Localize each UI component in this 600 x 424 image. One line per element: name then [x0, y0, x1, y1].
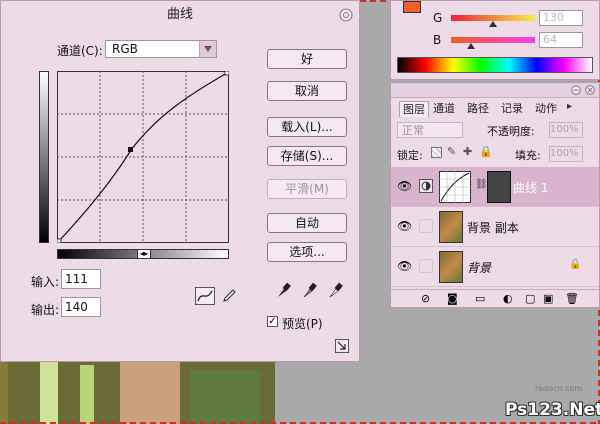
input-label: 输入: [31, 275, 60, 289]
foreground-swatch[interactable] [403, 1, 421, 13]
preview-label: 预览(P) [282, 317, 323, 331]
close-panel-icon[interactable] [585, 85, 595, 95]
fill-label: 填充: [515, 149, 541, 162]
tab-channels[interactable]: 通道 [433, 101, 455, 116]
smooth-button[interactable]: 平滑(M) [267, 179, 347, 199]
adjustment-icon[interactable]: ◐ [503, 292, 513, 305]
eye-icon[interactable]: 👁 [397, 179, 412, 193]
layer-name[interactable]: 背景 [467, 259, 491, 276]
layer-mask-thumbnail[interactable] [487, 171, 511, 203]
b-slider[interactable] [451, 37, 535, 43]
link-slot [419, 259, 433, 273]
preview-checkbox[interactable]: ✓ [267, 316, 278, 327]
curve-graph[interactable] [57, 71, 229, 243]
curve-point-end[interactable] [224, 71, 229, 76]
link-slot [419, 219, 433, 233]
folder-icon[interactable]: ▢ [525, 292, 535, 305]
minimize-icon[interactable] [571, 85, 581, 95]
chevron-down-icon[interactable] [199, 41, 216, 57]
link-layers-icon[interactable]: ⊘ [421, 292, 430, 305]
lock-icon: 🔒 [569, 259, 582, 270]
channel-select[interactable]: RGB [105, 40, 217, 58]
trash-icon[interactable]: 🗑 [565, 292, 579, 305]
output-field[interactable]: 140 [61, 297, 101, 317]
blend-mode-value: 正常 [402, 124, 424, 137]
gray-eyedropper-icon[interactable] [301, 281, 317, 299]
b-value[interactable]: 64 [539, 32, 583, 48]
curve-point-start[interactable] [57, 238, 62, 243]
tab-paths[interactable]: 路径 [467, 101, 489, 116]
opacity-label: 不透明度: [487, 125, 535, 138]
channel-label: 通道(C): [57, 44, 103, 58]
adjustment-layer-icon [419, 179, 433, 193]
layer-row-curves[interactable]: 👁 ⛓ 曲线 1 [391, 167, 599, 207]
g-label: G [433, 11, 443, 25]
dialog-title: 曲线 [166, 7, 193, 22]
b-label: B [433, 33, 442, 47]
close-icon[interactable] [339, 8, 353, 22]
curves-dialog: 曲线 通道(C): RGB ◂▸ 输入: 111 输出: 140 好 取消 载入… [0, 0, 360, 362]
opacity-field[interactable]: 100% [549, 122, 583, 138]
panel-menu-icon[interactable]: ▸ [567, 101, 572, 112]
lock-all-icon[interactable]: 🔒 [479, 145, 493, 158]
color-spectrum[interactable] [397, 57, 593, 73]
panel-title-bar [391, 83, 599, 98]
tab-layers[interactable]: 图层 [399, 101, 429, 117]
fill-field[interactable]: 100% [549, 146, 583, 162]
output-label: 输出: [31, 303, 60, 317]
layer-row-background[interactable]: 👁 背景 🔒 [391, 247, 599, 287]
tab-actions[interactable]: 动作 [535, 101, 557, 116]
photo-thumbnail [439, 251, 463, 283]
resize-icon[interactable] [335, 339, 349, 353]
channel-value: RGB [112, 42, 138, 56]
eye-icon[interactable]: 👁 [397, 259, 412, 273]
lock-paint-icon[interactable]: ✎ [447, 145, 456, 158]
layer-row-bg-copy[interactable]: 👁 背景 副本 [391, 207, 599, 247]
watermark-small: redocn.com [535, 384, 583, 393]
eye-icon[interactable]: 👁 [397, 219, 412, 233]
pencil-icon[interactable] [221, 288, 237, 304]
new-layer-icon[interactable]: ▣ [543, 292, 553, 305]
link-icon[interactable]: ⛓ [475, 179, 488, 190]
layers-panel: 图层 通道 路径 记录 动作 ▸ 正常 不透明度: 100% 锁定: ✎ ✚ 🔒… [390, 82, 600, 308]
layer-name[interactable]: 背景 副本 [467, 219, 519, 236]
photo-thumbnail [439, 211, 463, 243]
layer-name[interactable]: 曲线 1 [513, 179, 548, 196]
lock-move-icon[interactable]: ✚ [463, 145, 472, 158]
layer-style-icon[interactable]: ◙ [447, 292, 458, 305]
gradient-toggle-icon[interactable]: ◂▸ [137, 249, 151, 259]
lock-label: 锁定: [397, 149, 423, 162]
ok-button[interactable]: 好 [267, 49, 347, 69]
curve-thumbnail-icon [439, 171, 471, 203]
b-slider-thumb[interactable] [467, 43, 475, 49]
mask-icon[interactable]: ▭ [475, 292, 485, 305]
layers-toolbar: ⊘ ◙ ▭ ◐ ▢ ▣ 🗑 [391, 289, 599, 308]
white-eyedropper-icon[interactable] [327, 281, 343, 299]
black-eyedropper-icon[interactable] [275, 281, 291, 299]
curve-point[interactable] [128, 147, 133, 152]
options-button[interactable]: 选项... [267, 242, 347, 262]
g-slider-thumb[interactable] [489, 21, 497, 27]
input-field[interactable]: 111 [61, 269, 101, 289]
g-value[interactable]: 130 [539, 10, 583, 26]
load-button[interactable]: 载入(L)... [267, 117, 347, 137]
lock-transparency-icon[interactable] [431, 147, 442, 158]
blend-mode-select[interactable]: 正常 [397, 122, 463, 138]
save-button[interactable]: 存储(S)... [267, 146, 347, 166]
cancel-button[interactable]: 取消 [267, 81, 347, 101]
tab-history[interactable]: 记录 [501, 101, 523, 116]
watermark-logo: Ps123.Net [505, 400, 600, 420]
curve-tool-icon[interactable] [195, 287, 215, 305]
auto-button[interactable]: 自动 [267, 213, 347, 233]
output-gradient-bar [39, 71, 49, 243]
color-panel: G 130 B 64 [390, 0, 600, 80]
